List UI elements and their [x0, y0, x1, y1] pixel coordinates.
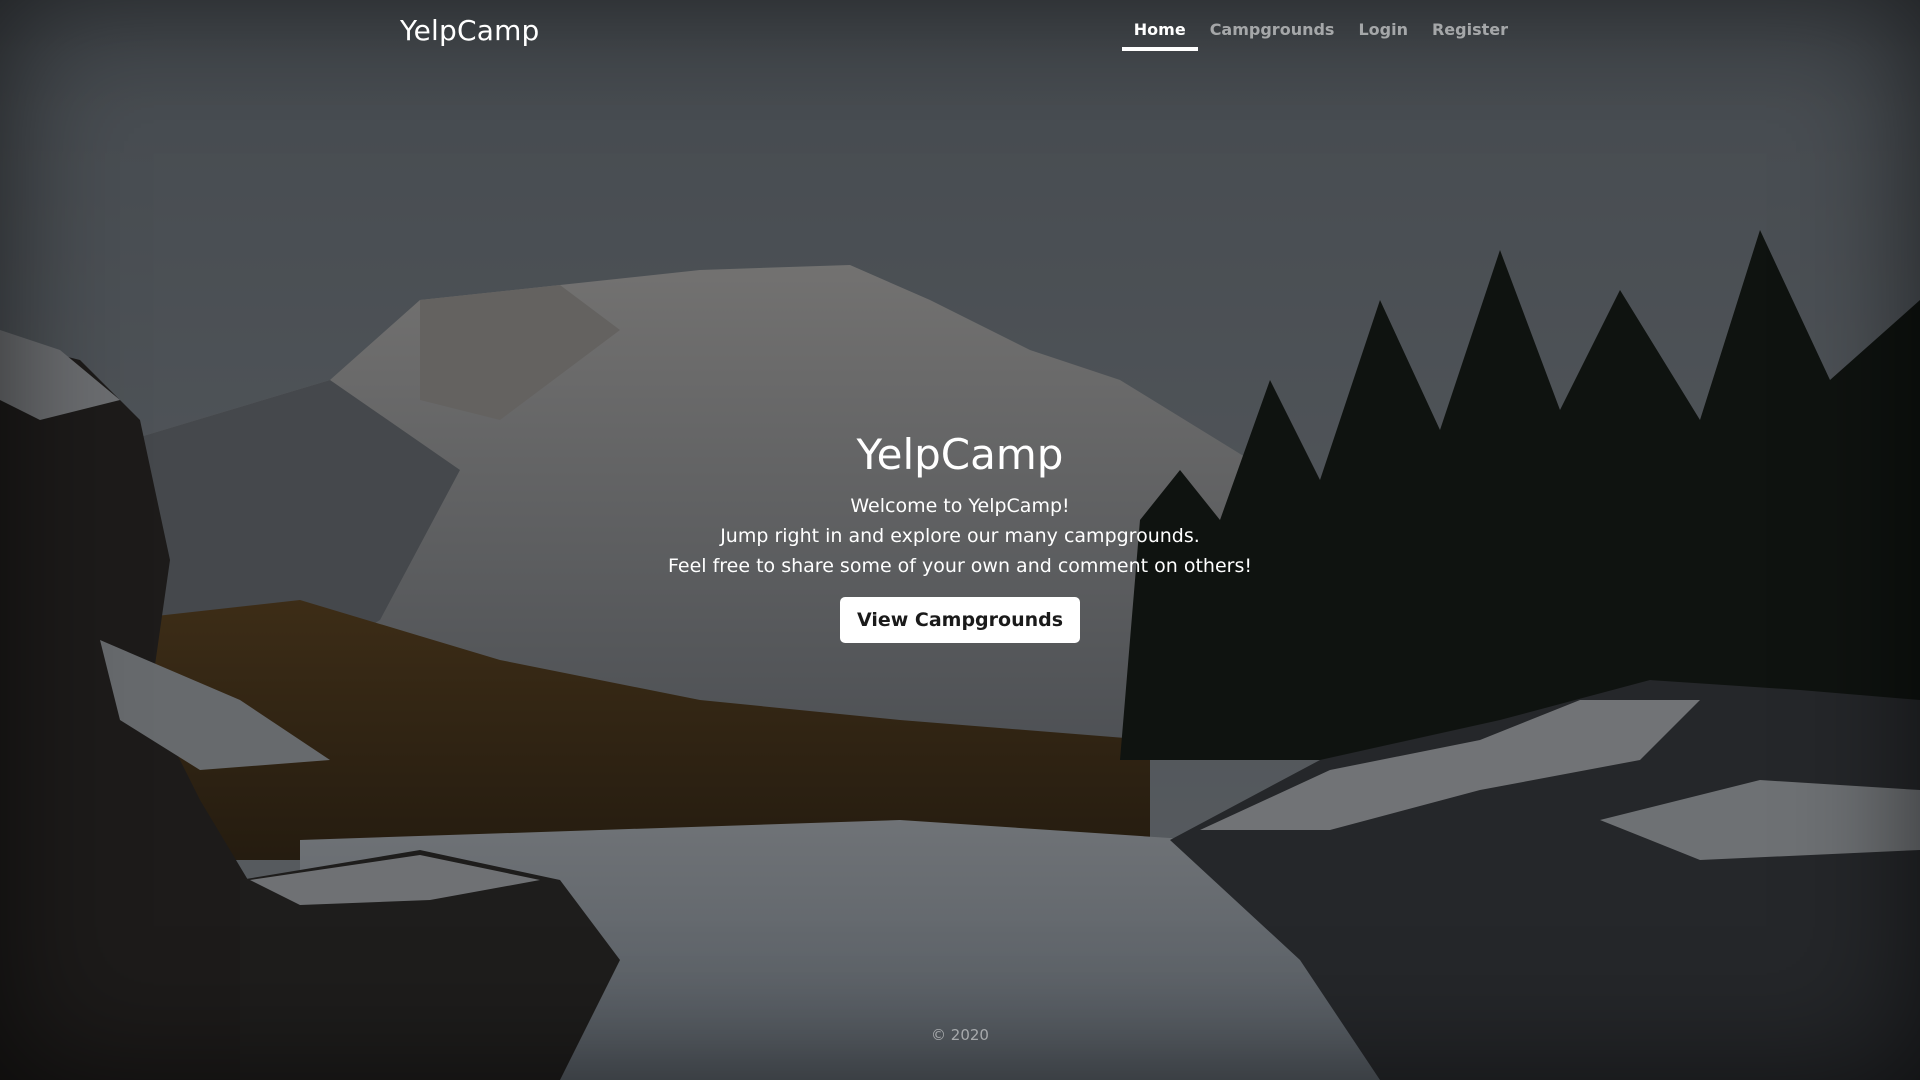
hero-share-text: Feel free to share some of your own and …	[668, 555, 1252, 577]
nav-link-register[interactable]: Register	[1420, 20, 1520, 51]
nav-link-campgrounds[interactable]: Campgrounds	[1198, 20, 1347, 51]
hero-title: YelpCamp	[856, 430, 1064, 479]
nav-link-login[interactable]: Login	[1346, 20, 1420, 51]
hero-explore-text: Jump right in and explore our many campg…	[720, 525, 1200, 547]
hero-welcome-text: Welcome to YelpCamp!	[850, 495, 1070, 517]
hero-section: YelpCamp Welcome to YelpCamp! Jump right…	[560, 430, 1360, 643]
main-nav: Home Campgrounds Login Register	[1121, 20, 1520, 51]
cover-page: YelpCamp Home Campgrounds Login Register…	[0, 0, 1920, 1080]
brand-logo-text[interactable]: YelpCamp	[400, 14, 540, 47]
nav-link-home[interactable]: Home	[1121, 20, 1198, 51]
footer-copyright: © 2020	[931, 1026, 989, 1044]
site-header: YelpCamp Home Campgrounds Login Register	[400, 0, 1520, 64]
view-campgrounds-button[interactable]: View Campgrounds	[839, 597, 1081, 643]
